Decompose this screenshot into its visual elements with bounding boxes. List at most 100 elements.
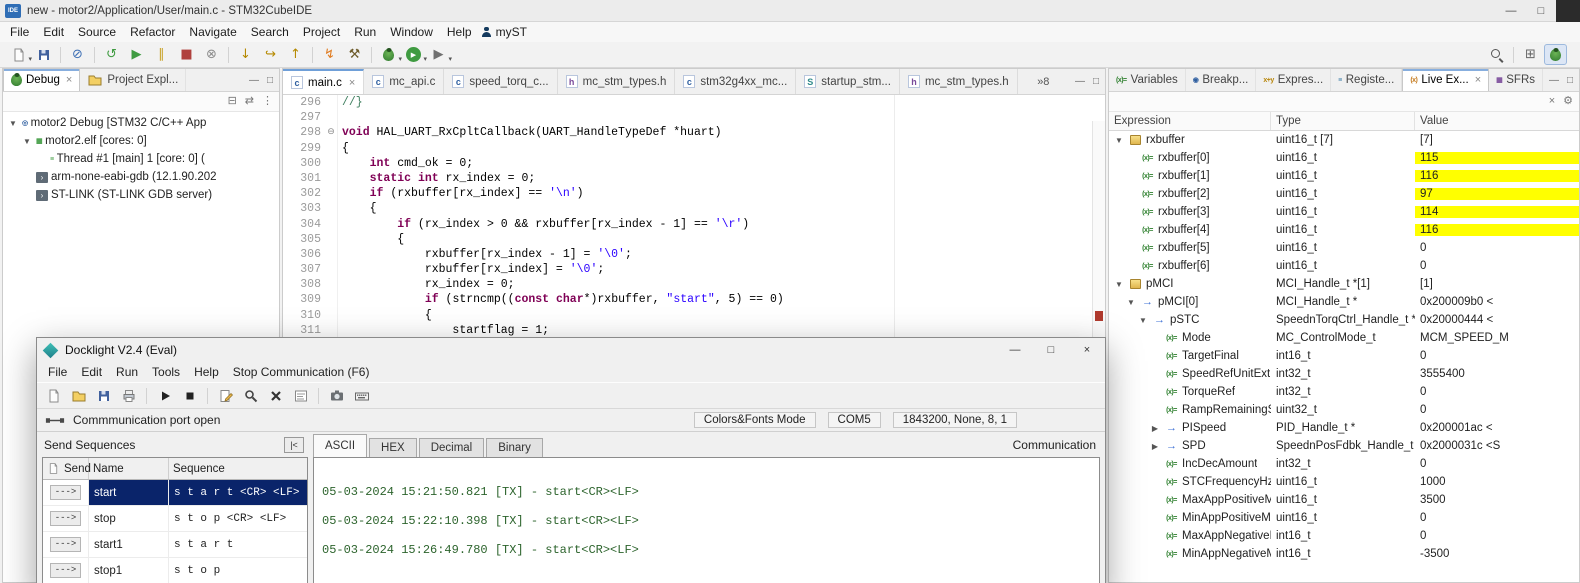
docklight-close-button[interactable]: × bbox=[1069, 338, 1105, 362]
code-line-297[interactable]: 297 bbox=[283, 110, 1105, 126]
tab-overflow-chevron[interactable]: »8 bbox=[1033, 69, 1053, 94]
restart-button[interactable]: ↺ bbox=[100, 44, 123, 65]
variable-row-rampremainingstep[interactable]: (x)= RampRemainingStep uint32_t 0 bbox=[1109, 401, 1579, 419]
close-icon[interactable]: × bbox=[1475, 74, 1481, 86]
debug-tree-item-st-link[interactable]: › ST-LINK (ST-LINK GDB server) bbox=[3, 186, 279, 204]
save-project-button[interactable] bbox=[92, 385, 115, 407]
editor-tab-mc-api-c[interactable]: c mc_api.c bbox=[364, 69, 445, 94]
debug-tree-item-arm-none-eabi-gdb[interactable]: › arm-none-eabi-gdb (12.1.90.202 bbox=[3, 168, 279, 186]
debug-tree-item-motor2-elf[interactable]: ▼ ▦ motor2.elf [cores: 0] bbox=[3, 132, 279, 150]
external-tools-button[interactable]: ▶ bbox=[427, 44, 453, 65]
variable-row-maxappnegativemec[interactable]: (x)= MaxAppNegativeMec int16_t 0 bbox=[1109, 527, 1579, 545]
code-line-308[interactable]: 308 rx_index = 0; bbox=[283, 277, 1105, 293]
flash-download-button[interactable]: ↯ bbox=[318, 44, 341, 65]
code-line-307[interactable]: 307 rxbuffer[rx_index] = '\0'; bbox=[283, 262, 1105, 278]
docklight-menu-help[interactable]: Help bbox=[187, 365, 226, 379]
variable-row-stcfrequencyhz[interactable]: (x)= STCFrequencyHz uint16_t 1000 bbox=[1109, 473, 1579, 491]
expander-icon[interactable]: ▼ bbox=[1113, 136, 1125, 145]
send-button[interactable]: ---> bbox=[49, 511, 82, 526]
open-perspective-button[interactable]: ⊞ bbox=[1519, 44, 1542, 65]
close-icon[interactable]: × bbox=[66, 74, 72, 86]
code-line-303[interactable]: 303 { bbox=[283, 201, 1105, 217]
variable-row-torqueref[interactable]: (x)= TorqueRef int32_t 0 bbox=[1109, 383, 1579, 401]
docklight-menu-tools[interactable]: Tools bbox=[145, 365, 187, 379]
step-over-button[interactable]: ↪ bbox=[259, 44, 282, 65]
code-line-301[interactable]: 301 static int rx_index = 0; bbox=[283, 170, 1105, 187]
editor-tab-main-c[interactable]: c main.c × bbox=[283, 69, 365, 94]
step-return-button[interactable]: ↑ bbox=[284, 44, 307, 65]
variable-row-pispeed[interactable]: ▶ → PISpeed PID_Handle_t * 0x200001ac < bbox=[1109, 419, 1579, 437]
editor-tab-mc-stm-types-h[interactable]: h mc_stm_types.h bbox=[900, 69, 1018, 94]
sequence-name-cell[interactable]: start1 bbox=[89, 532, 169, 557]
sequence-name-cell[interactable]: stop1 bbox=[89, 558, 169, 583]
variable-row-rxbuffer-4[interactable]: (x)= rxbuffer[4] uint16_t 116 bbox=[1109, 221, 1579, 239]
keyboard-console-button[interactable] bbox=[350, 385, 373, 407]
right-tab-sfrs[interactable]: ▦ SFRs bbox=[1489, 69, 1544, 91]
column-expression[interactable]: Expression bbox=[1109, 112, 1271, 130]
new-project-button[interactable] bbox=[42, 385, 65, 407]
variable-row-incdecamount[interactable]: (x)= IncDecAmount int32_t 0 bbox=[1109, 455, 1579, 473]
menu-help[interactable]: Help bbox=[440, 23, 479, 41]
comm-tab-binary[interactable]: Binary bbox=[486, 438, 543, 457]
debug-tree-item-motor2[interactable]: ▼ ◎ motor2 Debug [STM32 C/C++ App bbox=[3, 114, 279, 132]
menu-refactor[interactable]: Refactor bbox=[123, 23, 182, 41]
minimize-view-icon[interactable]: — bbox=[1075, 76, 1085, 87]
send-button[interactable]: ---> bbox=[49, 537, 82, 552]
expander-icon[interactable]: ▼ bbox=[7, 119, 19, 128]
docklight-titlebar[interactable]: Docklight V2.4 (Eval) — □ × bbox=[37, 338, 1105, 362]
collapse-all-icon[interactable]: ⊟ bbox=[228, 96, 237, 107]
code-line-302[interactable]: 302 if (rxbuffer[rx_index] == '\n') bbox=[283, 186, 1105, 202]
resume-button[interactable]: ▶ bbox=[125, 44, 148, 65]
right-tab-registe[interactable]: ≡ Registe... bbox=[1331, 69, 1403, 91]
minimize-button[interactable]: — bbox=[1496, 0, 1526, 22]
edit-send-sequence-button[interactable] bbox=[214, 385, 237, 407]
code-line-304[interactable]: 304 if (rx_index > 0 && rxbuffer[rx_inde… bbox=[283, 216, 1105, 232]
send-button[interactable]: ---> bbox=[49, 485, 82, 500]
fold-marker-icon[interactable]: ⊖ bbox=[325, 125, 338, 141]
variable-row-minapppositivemecsp[interactable]: (x)= MinAppPositiveMecSp uint16_t 0 bbox=[1109, 509, 1579, 527]
collapse-panel-button[interactable]: |< bbox=[284, 437, 304, 453]
print-button[interactable] bbox=[117, 385, 140, 407]
save-button[interactable] bbox=[32, 44, 55, 65]
maximize-view-icon[interactable]: □ bbox=[1567, 75, 1573, 86]
sequence-data-cell[interactable]: s t o p <CR> <LF> bbox=[169, 506, 307, 531]
right-tab-breakp[interactable]: ◉ Breakp... bbox=[1186, 69, 1257, 91]
variable-row-targetfinal[interactable]: (x)= TargetFinal int16_t 0 bbox=[1109, 347, 1579, 365]
remove-selected-icon[interactable]: × bbox=[1549, 96, 1555, 107]
sequence-data-cell[interactable]: s t a r t bbox=[169, 532, 307, 557]
variable-row-rxbuffer-5[interactable]: (x)= rxbuffer[5] uint16_t 0 bbox=[1109, 239, 1579, 257]
comm-tab-decimal[interactable]: Decimal bbox=[418, 438, 485, 457]
display-options-button[interactable] bbox=[289, 385, 312, 407]
variable-row-maxapppositivemecsp[interactable]: (x)= MaxAppPositiveMecSp uint16_t 3500 bbox=[1109, 491, 1579, 509]
variable-row-rxbuffer[interactable]: ▼ rxbuffer uint16_t [7] [7] bbox=[1109, 131, 1579, 149]
maximize-view-icon[interactable]: □ bbox=[1093, 76, 1099, 87]
menu-project[interactable]: Project bbox=[296, 23, 347, 41]
expander-icon[interactable]: ▼ bbox=[1137, 316, 1149, 325]
menu-run[interactable]: Run bbox=[347, 23, 383, 41]
colors-fonts-mode-cell[interactable]: Colors&Fonts Mode bbox=[693, 412, 816, 428]
column-type[interactable]: Type bbox=[1271, 112, 1415, 130]
snapshot-button[interactable] bbox=[325, 385, 348, 407]
open-project-button[interactable] bbox=[67, 385, 90, 407]
step-into-button[interactable]: ↓ bbox=[234, 44, 257, 65]
editor-tab-stm32g4xx-mc[interactable]: c stm32g4xx_mc... bbox=[675, 69, 797, 94]
variable-row-rxbuffer-1[interactable]: (x)= rxbuffer[1] uint16_t 116 bbox=[1109, 167, 1579, 185]
debug-tab-debug[interactable]: Debug × bbox=[3, 69, 81, 91]
minimize-view-icon[interactable]: — bbox=[249, 75, 259, 86]
expander-icon[interactable]: ▼ bbox=[21, 137, 33, 146]
run-button[interactable]: ▶ bbox=[402, 44, 427, 65]
find-button[interactable] bbox=[239, 385, 262, 407]
code-line-299[interactable]: 299 { bbox=[283, 140, 1105, 156]
editor-tab-mc-stm-types-h[interactable]: h mc_stm_types.h bbox=[558, 69, 676, 94]
variable-row-rxbuffer-0[interactable]: (x)= rxbuffer[0] uint16_t 115 bbox=[1109, 149, 1579, 167]
variable-row-spd[interactable]: ▶ → SPD SpeednPosFdbk_Handle_t * 0x2000031c … bbox=[1109, 437, 1579, 455]
code-line-309[interactable]: 309 if (strncmp((const char*)rxbuffer, "… bbox=[283, 292, 1105, 308]
menu-window[interactable]: Window bbox=[383, 23, 440, 41]
new-wizard-button[interactable] bbox=[7, 44, 32, 65]
communication-log[interactable]: 05-03-2024 15:21:50.821 [TX] - start<CR>… bbox=[313, 457, 1100, 583]
sequence-data-cell[interactable]: s t o p bbox=[169, 558, 307, 583]
debug-button[interactable] bbox=[377, 44, 402, 65]
editor-tab-startup-stm[interactable]: Sstartup_stm... bbox=[796, 69, 900, 94]
disconnect-button[interactable]: ⊗ bbox=[200, 44, 223, 65]
stop-communication-btn-button[interactable] bbox=[178, 385, 201, 407]
